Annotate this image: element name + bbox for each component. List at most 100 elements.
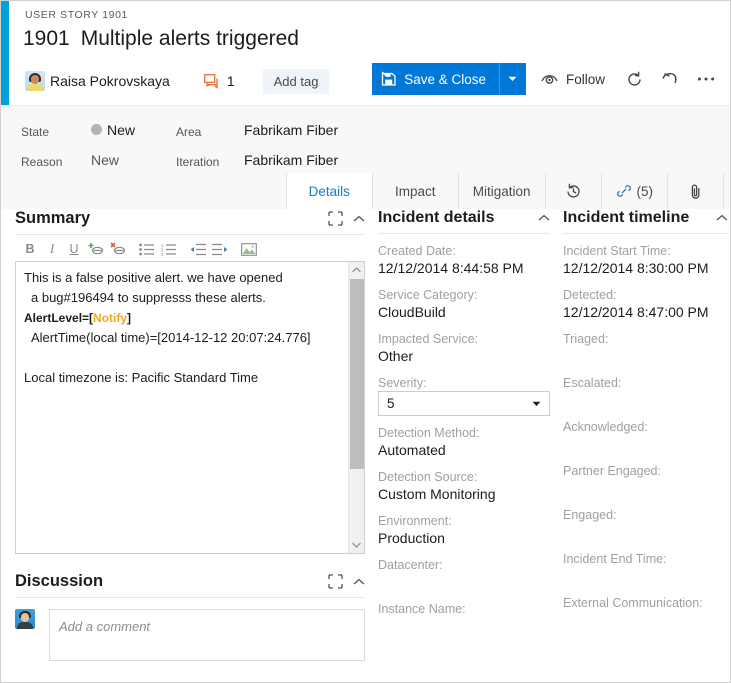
- save-options-dropdown[interactable]: [498, 63, 526, 95]
- save-and-close-button[interactable]: Save & Close: [372, 63, 499, 95]
- state-value[interactable]: New: [107, 122, 135, 138]
- header-meta-row: Raisa Pokrovskaya 1 Add tag: [25, 67, 330, 95]
- acknowledged-label: Acknowledged:: [563, 420, 648, 434]
- expand-icon[interactable]: [328, 211, 343, 226]
- tab-attachments[interactable]: [668, 173, 724, 209]
- tab-history[interactable]: [546, 173, 602, 209]
- comment-icon: [203, 73, 221, 89]
- datacenter-value[interactable]: [378, 573, 550, 592]
- external-communication-value[interactable]: [563, 611, 728, 630]
- chevron-down-icon: [508, 76, 517, 82]
- add-tag-button[interactable]: Add tag: [262, 68, 330, 94]
- detection-method-value[interactable]: Automated: [378, 441, 550, 460]
- chevron-down-icon: [532, 401, 541, 407]
- detection-method-label: Detection Method:: [378, 426, 480, 440]
- comment-count-value: 1: [226, 73, 235, 89]
- created-date-value[interactable]: 12/12/2014 8:44:58 PM: [378, 259, 550, 278]
- italic-icon[interactable]: I: [43, 240, 61, 258]
- summary-editor[interactable]: This is a false positive alert. we have …: [15, 261, 365, 554]
- environment-value[interactable]: Production: [378, 529, 550, 548]
- iteration-value[interactable]: Fabrikam Fiber: [244, 152, 338, 168]
- area-value[interactable]: Fabrikam Fiber: [244, 122, 338, 138]
- incident-timeline-column: Incident timeline Incident Start Time: 1…: [563, 209, 728, 640]
- reason-value[interactable]: New: [91, 152, 119, 168]
- indent-icon[interactable]: [211, 240, 229, 258]
- incident-details-collapse-chevron-icon[interactable]: [538, 214, 550, 222]
- instance-name-value[interactable]: [378, 617, 550, 636]
- refresh-button[interactable]: [618, 63, 650, 95]
- summary-collapse-chevron-icon[interactable]: [353, 215, 365, 223]
- tab-impact[interactable]: Impact: [373, 173, 459, 209]
- summary-title: Summary: [15, 209, 91, 227]
- discussion-section: Discussion Add a comment: [15, 572, 365, 661]
- outdent-icon[interactable]: [189, 240, 207, 258]
- instance-name-label: Instance Name:: [378, 602, 466, 616]
- comment-count[interactable]: 1: [203, 73, 235, 89]
- alert-level-suffix: ]: [127, 311, 132, 325]
- incident-timeline-header: Incident timeline: [563, 209, 728, 234]
- svg-text:3: 3: [161, 252, 164, 256]
- datacenter-label: Datacenter:: [378, 558, 443, 572]
- follow-icon: [541, 72, 559, 86]
- discussion-collapse-chevron-icon[interactable]: [353, 578, 365, 586]
- summary-editor-body[interactable]: This is a false positive alert. we have …: [16, 262, 364, 394]
- service-category-value[interactable]: CloudBuild: [378, 303, 550, 322]
- work-item-title[interactable]: Multiple alerts triggered: [81, 27, 299, 51]
- escalated-value[interactable]: [563, 391, 728, 410]
- follow-button[interactable]: Follow: [532, 63, 614, 95]
- reason-label: Reason: [21, 155, 63, 169]
- remove-link-icon[interactable]: [109, 240, 127, 258]
- scroll-down-arrow-icon[interactable]: [349, 537, 364, 553]
- underline-icon[interactable]: U: [65, 240, 83, 258]
- scrollbar-thumb[interactable]: [350, 279, 364, 469]
- detected-value[interactable]: 12/12/2014 8:47:00 PM: [563, 303, 728, 322]
- detection-source-value[interactable]: Custom Monitoring: [378, 485, 550, 504]
- engaged-value[interactable]: [563, 523, 728, 542]
- incident-timeline-fields: Incident Start Time: 12/12/2014 8:30:00 …: [563, 244, 728, 630]
- tab-mitigation[interactable]: Mitigation: [459, 173, 546, 209]
- bold-icon[interactable]: B: [21, 240, 39, 258]
- summary-line-2: a bug#196494 to suppresss these alerts.: [31, 290, 266, 305]
- add-link-icon[interactable]: [87, 240, 105, 258]
- incident-timeline-collapse-chevron-icon[interactable]: [716, 214, 728, 222]
- tab-mitigation-label: Mitigation: [472, 183, 531, 199]
- more-actions-button[interactable]: [690, 63, 722, 95]
- partner-engaged-value[interactable]: [563, 479, 728, 498]
- revert-button[interactable]: [654, 63, 686, 95]
- breadcrumb: USER STORY 1901: [25, 9, 128, 21]
- comment-input[interactable]: Add a comment: [49, 609, 365, 661]
- link-icon: [616, 183, 632, 199]
- numbered-list-icon[interactable]: 1 2 3: [160, 240, 178, 258]
- incident-timeline-title: Incident timeline: [563, 209, 690, 226]
- summary-scrollbar[interactable]: [348, 262, 364, 553]
- summary-group-header: Summary: [15, 209, 365, 235]
- triaged-value[interactable]: [563, 347, 728, 366]
- summary-line-1: This is a false positive alert. we have …: [24, 270, 283, 285]
- discussion-title: Discussion: [15, 572, 104, 590]
- tab-links[interactable]: (5): [602, 173, 668, 209]
- incident-end-time-value[interactable]: [563, 567, 728, 586]
- state-label: State: [21, 125, 50, 139]
- partner-engaged-label: Partner Engaged:: [563, 464, 661, 478]
- follow-label: Follow: [565, 71, 605, 87]
- incident-start-time-label: Incident Start Time:: [563, 244, 671, 258]
- scroll-up-arrow-icon[interactable]: [349, 262, 364, 278]
- incident-start-time-value[interactable]: 12/12/2014 8:30:00 PM: [563, 259, 728, 278]
- accent-bar: [1, 1, 9, 105]
- bullet-list-icon[interactable]: [138, 240, 156, 258]
- detected-label: Detected:: [563, 288, 617, 302]
- summary-line-5: Local timezone is: Pacific Standard Time: [24, 370, 259, 385]
- details-tab-content: Summary B I U 1 2 3 This is a false posi…: [1, 209, 730, 682]
- severity-select[interactable]: 5: [378, 391, 550, 416]
- incident-details-fields: Created Date: 12/12/2014 8:44:58 PM Serv…: [378, 244, 550, 636]
- comment-row: Add a comment: [15, 609, 365, 661]
- expand-icon[interactable]: [328, 574, 343, 589]
- state-dot: [91, 124, 102, 135]
- comment-placeholder: Add a comment: [59, 619, 151, 634]
- severity-value: 5: [387, 396, 395, 411]
- insert-image-icon[interactable]: [240, 240, 258, 258]
- tab-details[interactable]: Details: [286, 173, 373, 210]
- assignee-name[interactable]: Raisa Pokrovskaya: [50, 73, 170, 89]
- acknowledged-value[interactable]: [563, 435, 728, 454]
- impacted-service-value[interactable]: Other: [378, 347, 550, 366]
